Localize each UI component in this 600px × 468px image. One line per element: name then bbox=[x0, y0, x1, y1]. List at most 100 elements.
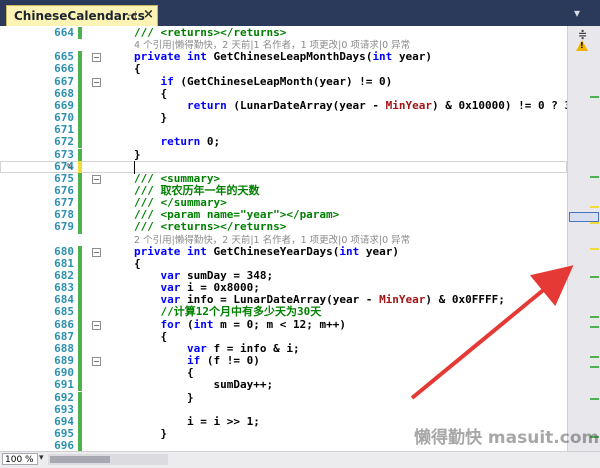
code-token: MinYear bbox=[385, 98, 433, 112]
horizontal-scrollbar-thumb[interactable] bbox=[50, 456, 110, 463]
line-number: 696 bbox=[54, 439, 74, 451]
text-caret bbox=[134, 160, 135, 174]
code-text: return 0; bbox=[134, 135, 221, 149]
scrollbar-change-tick bbox=[590, 326, 599, 328]
saved-change-marker bbox=[78, 427, 82, 441]
pin-icon[interactable]: ⊣ bbox=[127, 9, 137, 22]
scrollbar-thumb[interactable] bbox=[569, 212, 599, 222]
code-line[interactable]: 692 } bbox=[0, 390, 567, 404]
collapse-icon[interactable]: − bbox=[92, 320, 101, 330]
code-line[interactable]: 681{ bbox=[0, 257, 567, 270]
code-token: GetChineseLeapMonthDays bbox=[213, 50, 366, 64]
scrollbar-change-tick bbox=[590, 276, 599, 278]
code-line[interactable]: 690 { bbox=[0, 367, 567, 380]
code-text: /// <returns></returns> bbox=[134, 26, 286, 39]
code-token: } bbox=[134, 111, 168, 125]
code-line[interactable]: 679 /// <returns></returns> bbox=[0, 220, 567, 234]
code-token: private int bbox=[134, 244, 214, 258]
code-text: } bbox=[134, 427, 167, 440]
code-line[interactable]: 665− private int GetChineseLeapMonthDays(… bbox=[0, 51, 567, 64]
code-line[interactable]: 664 /// <returns></returns> bbox=[0, 26, 567, 40]
code-line[interactable]: 673} bbox=[0, 148, 567, 161]
code-line[interactable]: 671 bbox=[0, 124, 567, 137]
code-token: //计算12个月中有多少天为30天 bbox=[134, 305, 322, 319]
code-token: ) & 0x10000) != 0 ? 30 : 29; bbox=[432, 98, 567, 112]
code-text: private int GetChineseYearDays(int year) bbox=[134, 244, 399, 258]
collapse-icon[interactable]: − bbox=[92, 357, 101, 367]
saved-change-marker bbox=[78, 63, 82, 76]
saved-change-marker bbox=[78, 367, 82, 380]
scrollbar-change-tick bbox=[590, 222, 599, 224]
horizontal-scrollbar[interactable] bbox=[48, 454, 168, 465]
collapse-icon[interactable]: − bbox=[92, 174, 101, 184]
editor-status-bar: 100 % ▾ bbox=[0, 451, 600, 468]
saved-change-marker bbox=[78, 148, 82, 161]
saved-change-marker bbox=[78, 197, 82, 210]
code-line[interactable]: 682 var sumDay = 348; bbox=[0, 269, 567, 283]
document-tab[interactable]: ChineseCalendar.cs ⊣ × bbox=[6, 5, 158, 26]
line-number: 692 bbox=[54, 390, 74, 404]
code-line[interactable]: 674 ✎ bbox=[0, 160, 567, 173]
code-token: if bbox=[186, 354, 207, 368]
code-line[interactable]: 670 } bbox=[0, 111, 567, 125]
saved-change-marker bbox=[78, 87, 82, 100]
collapse-icon[interactable]: − bbox=[92, 77, 101, 87]
scrollbar-change-tick bbox=[590, 248, 599, 250]
vertical-scrollbar-map[interactable]: ≑ ! bbox=[567, 26, 600, 451]
code-line[interactable]: 693 bbox=[0, 403, 567, 416]
code-line[interactable]: 691 sumDay++; bbox=[0, 378, 567, 392]
zoom-level-select[interactable]: 100 % bbox=[2, 453, 38, 465]
code-token: (GetChineseLeapMonth(year) != 0) bbox=[180, 74, 393, 88]
line-number: 667 bbox=[54, 74, 74, 88]
saved-change-marker bbox=[78, 306, 82, 319]
chevron-down-icon[interactable]: ▾ bbox=[39, 453, 44, 463]
line-number: 679 bbox=[54, 220, 74, 234]
code-token: (LunarDateArray(year - bbox=[233, 98, 386, 112]
code-editor[interactable]: 664/// <returns></returns> 4 个引用|懒得勤快，2 天… bbox=[0, 26, 567, 451]
code-token: { bbox=[134, 62, 141, 76]
code-line[interactable]: 680− private int GetChineseYearDays(int y… bbox=[0, 244, 567, 258]
saved-change-marker bbox=[78, 172, 82, 185]
collapse-icon[interactable]: − bbox=[92, 247, 101, 257]
code-line[interactable]: 675−/// <summary> bbox=[0, 172, 567, 185]
code-token: } bbox=[134, 390, 194, 404]
document-tab-bar: ChineseCalendar.cs ⊣ × ▾ bbox=[0, 0, 600, 26]
saved-change-marker bbox=[78, 403, 82, 416]
code-line[interactable]: 676/// 取农历年一年的天数 bbox=[0, 184, 567, 198]
code-token: { bbox=[134, 329, 168, 343]
warning-icon[interactable]: ! bbox=[576, 40, 588, 51]
code-token: sumDay = 348; bbox=[187, 269, 274, 282]
scrollbar-change-tick bbox=[590, 366, 599, 368]
tab-overflow-dropdown-icon[interactable]: ▾ bbox=[574, 6, 580, 20]
saved-change-marker bbox=[78, 124, 82, 137]
collapse-icon[interactable]: − bbox=[92, 53, 101, 63]
code-token: year) bbox=[365, 244, 399, 258]
close-icon[interactable]: × bbox=[143, 7, 154, 22]
code-line[interactable]: 688 var f = info & i; bbox=[0, 342, 567, 356]
code-token: year) bbox=[398, 50, 433, 64]
code-text: if (GetChineseLeapMonth(year) != 0) bbox=[134, 74, 393, 88]
saved-change-marker bbox=[78, 184, 82, 198]
scrollbar-change-tick bbox=[590, 398, 599, 400]
code-line[interactable]: 669 return (LunarDateArray(year - MinYea… bbox=[0, 98, 567, 113]
code-token: private int bbox=[134, 50, 214, 64]
code-token: for bbox=[160, 317, 187, 331]
code-token: 0; bbox=[206, 135, 221, 149]
scrollbar-change-tick bbox=[590, 176, 599, 178]
code-token: /// <param name="year"></param> bbox=[134, 208, 340, 222]
code-token: sumDay++; bbox=[134, 378, 274, 392]
code-token: return bbox=[186, 98, 234, 112]
saved-change-marker bbox=[78, 330, 82, 343]
code-line[interactable]: 672 return 0; bbox=[0, 135, 567, 149]
code-line[interactable]: 689− if (f != 0) bbox=[0, 354, 567, 368]
scrollbar-change-tick bbox=[590, 356, 599, 358]
saved-change-marker bbox=[78, 75, 82, 88]
code-line[interactable]: 686 − for (int m = 0; m < 12; m++) bbox=[0, 317, 567, 331]
code-token: ) & 0x0FFFF; bbox=[425, 293, 505, 307]
code-text: private int GetChineseLeapMonthDays(int … bbox=[134, 51, 432, 63]
tab-title[interactable]: ChineseCalendar.cs bbox=[14, 9, 145, 23]
code-line[interactable]: 667 − if (GetChineseLeapMonth(year) != 0) bbox=[0, 74, 567, 88]
